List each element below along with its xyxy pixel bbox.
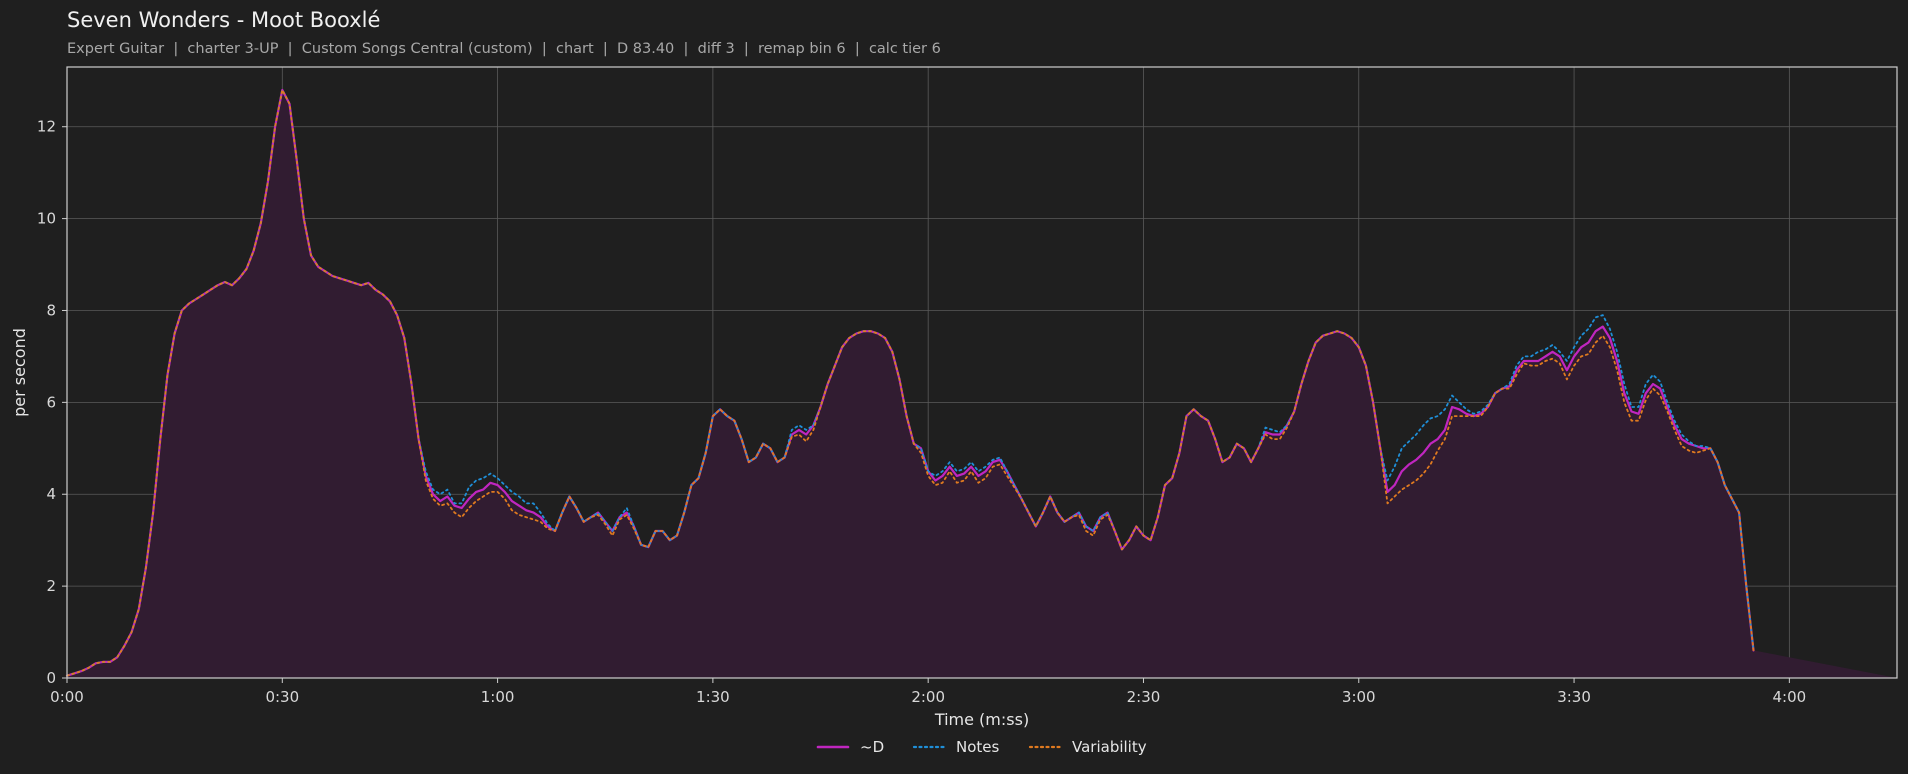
x-tick-label: 1:30 (696, 688, 730, 706)
x-tick-label: 3:00 (1342, 688, 1376, 706)
legend-label: Variability (1072, 738, 1147, 756)
y-tick-label: 12 (37, 118, 56, 136)
y-tick-label: 0 (46, 669, 56, 687)
x-tick-label: 2:00 (911, 688, 945, 706)
y-tick-label: 10 (37, 210, 56, 228)
y-tick-label: 2 (46, 577, 56, 595)
x-tick-label: 4:00 (1773, 688, 1807, 706)
x-tick-label: 2:30 (1127, 688, 1161, 706)
x-tick-label: 3:30 (1557, 688, 1591, 706)
y-tick-label: 6 (46, 393, 56, 411)
density-chart: 0:00 0:30 1:00 1:30 2:00 2:30 3:00 3:30 4:00 0 2 4 6… (10, 66, 1898, 756)
legend-label: ~D (860, 738, 884, 756)
y-tick-label: 8 (46, 301, 56, 319)
y-tick-label: 4 (46, 485, 56, 503)
x-axis-label: Time (m:ss) (934, 710, 1029, 729)
x-tick-label: 0:30 (265, 688, 299, 706)
x-tick-label: 0:00 (50, 688, 84, 706)
y-axis-label: per second (10, 328, 29, 417)
legend-label: Notes (956, 738, 1000, 756)
x-tick-label: 1:00 (481, 688, 515, 706)
legend: ~D Notes Variability (816, 738, 1147, 756)
